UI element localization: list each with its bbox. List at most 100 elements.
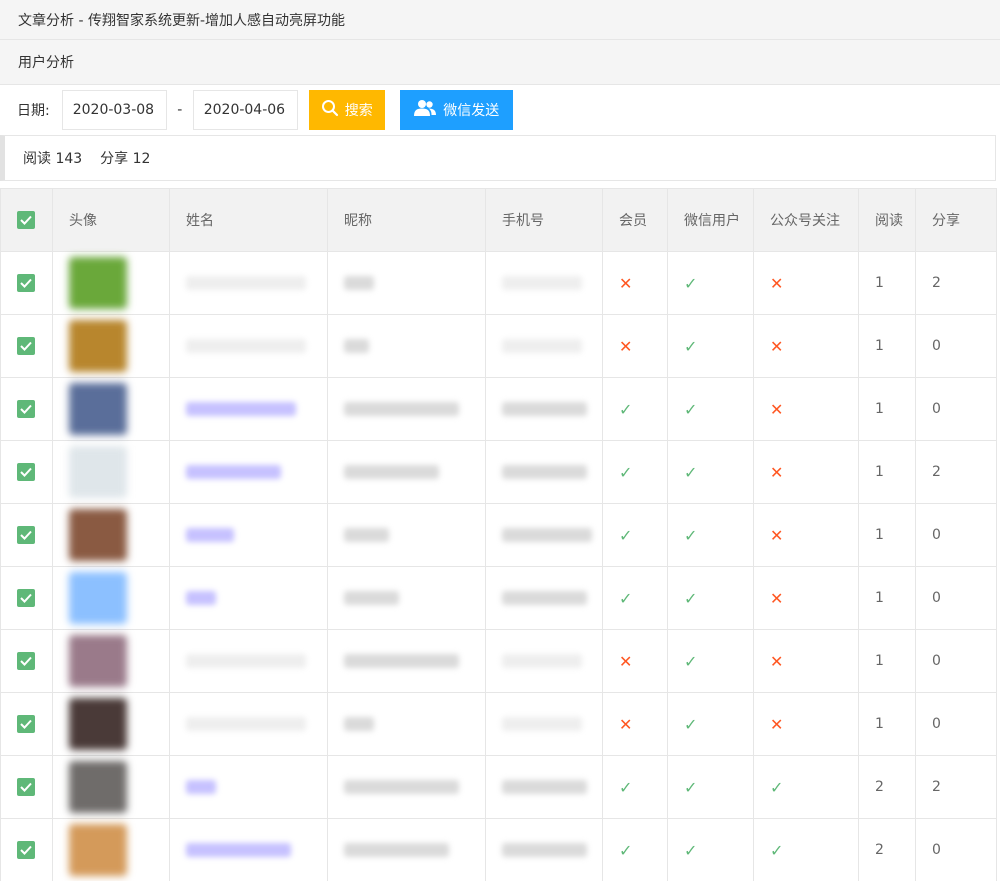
row-select-cell[interactable] — [0, 440, 53, 504]
wechat-user-cell: ✓ — [667, 629, 754, 693]
name-cell[interactable] — [169, 503, 328, 567]
name-cell[interactable] — [169, 377, 328, 441]
wechat-user-cell: ✓ — [667, 566, 754, 630]
follows-check-icon: ✓ — [770, 840, 784, 860]
row-select-cell[interactable] — [0, 314, 53, 378]
phone-cell — [485, 314, 603, 378]
member-cell: ✕ — [602, 251, 668, 315]
avatar-cell — [52, 755, 170, 819]
avatar-cell — [52, 629, 170, 693]
nickname-cell — [327, 251, 486, 315]
follows-cross-icon: ✕ — [770, 273, 784, 293]
row-select-cell[interactable] — [0, 251, 53, 315]
wechat-user-check-icon: ✓ — [684, 588, 698, 608]
wechat-user-check-icon: ✓ — [684, 336, 698, 356]
name-cell[interactable] — [169, 440, 328, 504]
nickname-cell — [327, 314, 486, 378]
name-cell[interactable] — [169, 629, 328, 693]
share-count: 分享 12 — [100, 151, 151, 167]
follows-cell: ✕ — [753, 314, 859, 378]
reads-cell: 1 — [858, 629, 916, 693]
nickname-cell — [327, 566, 486, 630]
row-select-cell[interactable] — [0, 566, 53, 630]
search-button[interactable]: 搜索 — [308, 90, 385, 130]
row-checkbox[interactable] — [17, 841, 35, 859]
wechat-user-cell: ✓ — [667, 314, 754, 378]
select-all-cell[interactable] — [0, 188, 53, 252]
wechat-user-cell: ✓ — [667, 440, 754, 504]
row-checkbox[interactable] — [17, 337, 35, 355]
table-row: ✓ ✓ ✕ 1 2 — [0, 440, 997, 504]
follows-cross-icon: ✕ — [770, 588, 784, 608]
reads-cell: 1 — [858, 377, 916, 441]
follows-cell: ✕ — [753, 692, 859, 756]
avatar — [69, 446, 127, 498]
member-cell: ✕ — [602, 629, 668, 693]
start-date-input[interactable] — [61, 90, 167, 130]
name-cell[interactable] — [169, 818, 328, 881]
row-checkbox[interactable] — [17, 274, 35, 292]
end-date-input[interactable] — [192, 90, 298, 130]
row-checkbox[interactable] — [17, 589, 35, 607]
name-cell[interactable] — [169, 755, 328, 819]
stats-bar: 阅读 143 分享 12 — [0, 135, 996, 181]
table-row: ✕ ✓ ✕ 1 0 — [0, 629, 997, 693]
wechat-user-check-icon: ✓ — [684, 651, 698, 671]
row-select-cell[interactable] — [0, 629, 53, 693]
row-checkbox[interactable] — [17, 652, 35, 670]
wechat-user-check-icon: ✓ — [684, 777, 698, 797]
wechat-user-cell: ✓ — [667, 251, 754, 315]
section-title: 用户分析 — [18, 55, 74, 71]
member-check-icon: ✓ — [619, 588, 633, 608]
name-cell[interactable] — [169, 692, 328, 756]
row-select-cell[interactable] — [0, 377, 53, 441]
wechat-send-button[interactable]: 微信发送 — [399, 90, 513, 130]
follows-cross-icon: ✕ — [770, 525, 784, 545]
row-checkbox[interactable] — [17, 778, 35, 796]
avatar — [69, 698, 127, 750]
avatar-cell — [52, 314, 170, 378]
avatar — [69, 761, 127, 813]
member-cell: ✓ — [602, 755, 668, 819]
wechat-user-cell: ✓ — [667, 692, 754, 756]
shares-cell: 0 — [915, 377, 997, 441]
name-cell[interactable] — [169, 314, 328, 378]
row-checkbox[interactable] — [17, 526, 35, 544]
row-checkbox[interactable] — [17, 715, 35, 733]
phone-cell — [485, 377, 603, 441]
member-cell: ✓ — [602, 566, 668, 630]
wechat-user-check-icon: ✓ — [684, 273, 698, 293]
row-checkbox[interactable] — [17, 463, 35, 481]
wechat-user-check-icon: ✓ — [684, 462, 698, 482]
page-title-bar: 文章分析 - 传翔智家系统更新-增加人感自动亮屏功能 — [0, 0, 1000, 40]
phone-cell — [485, 629, 603, 693]
shares-cell: 0 — [915, 692, 997, 756]
row-select-cell[interactable] — [0, 818, 53, 881]
follows-cell: ✕ — [753, 503, 859, 567]
row-select-cell[interactable] — [0, 503, 53, 567]
member-cell: ✕ — [602, 692, 668, 756]
name-cell[interactable] — [169, 566, 328, 630]
select-all-checkbox[interactable] — [17, 211, 35, 229]
row-select-cell[interactable] — [0, 692, 53, 756]
col-follows: 公众号关注 — [753, 188, 859, 252]
col-phone: 手机号 — [485, 188, 603, 252]
wechat-user-check-icon: ✓ — [684, 714, 698, 734]
table-row: ✕ ✓ ✕ 1 0 — [0, 314, 997, 378]
table-row: ✓ ✓ ✓ 2 2 — [0, 755, 997, 819]
phone-cell — [485, 503, 603, 567]
avatar-cell — [52, 251, 170, 315]
reads-cell: 2 — [858, 755, 916, 819]
name-cell[interactable] — [169, 251, 328, 315]
shares-cell: 0 — [915, 629, 997, 693]
wechat-user-cell: ✓ — [667, 503, 754, 567]
reads-cell: 1 — [858, 503, 916, 567]
row-select-cell[interactable] — [0, 755, 53, 819]
wechat-user-check-icon: ✓ — [684, 525, 698, 545]
avatar — [69, 824, 127, 876]
reads-cell: 1 — [858, 692, 916, 756]
row-checkbox[interactable] — [17, 400, 35, 418]
member-cell: ✓ — [602, 377, 668, 441]
wechat-user-check-icon: ✓ — [684, 840, 698, 860]
shares-cell: 0 — [915, 818, 997, 881]
